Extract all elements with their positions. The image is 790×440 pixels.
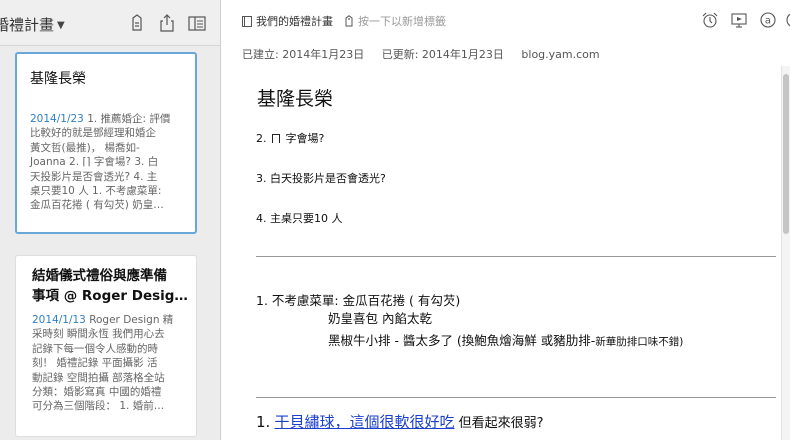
bottom-item-text: 但看起來很弱? <box>458 416 544 431</box>
note-card-snippet: 2014/1/13 Roger Design 精 采時刻 瞬間永恆 我們用心去 … <box>32 313 196 414</box>
tag-input[interactable]: 按一下以新增標籤 <box>344 13 446 30</box>
menu-item: 奶皇喜包 內餡太乾 <box>328 311 432 326</box>
divider <box>256 397 776 398</box>
reminder-icon[interactable] <box>701 11 719 29</box>
snippet-line: 比較好的就是鄧經理和婚企 <box>30 127 156 140</box>
note-card[interactable]: 結婚儀式禮俗與應準備 事項 @ Roger Desig… 2014/1/13 R… <box>15 255 197 437</box>
note-list-header: 婚禮計畫 ▼ <box>0 0 220 46</box>
note-list-pane: 婚禮計畫 ▼ 基隆長榮 2014/1/23 1. 推薦婚企: 評價 比較好的就是鄧… <box>0 0 221 440</box>
menu-item-text: 黑椒牛小排 - 醬太多了 (換鮑魚燴海鮮 或豬肋排- <box>328 333 596 348</box>
menu-line: 1. 不考慮菜單: 金瓜百花捲 ( 有勾芡) <box>256 293 461 308</box>
snippet-line: 記錄下每一個令人感動的時 <box>32 342 158 355</box>
snippet-line: 采時刻 瞬間永恆 我們用心去 <box>32 328 165 341</box>
note-card-title: 基隆長榮 <box>30 71 86 87</box>
snippet-line: 黃文哲(最推)， 楊喬如- <box>30 141 140 154</box>
scrollbar-thumb[interactable] <box>783 74 789 234</box>
note-editor[interactable]: 基隆長榮 2. 字會場? 3. 白天投影片是否會透光? 4. 主桌只要10 人 … <box>236 66 776 440</box>
share-icon[interactable] <box>157 13 177 33</box>
created-date: 已建立: 2014年1月23日 <box>242 48 365 61</box>
note-card-snippet: 2014/1/23 1. 推薦婚企: 評價 比較好的就是鄧經理和婚企 黃文哲(最… <box>30 112 195 213</box>
notebook-selector[interactable]: 婚禮計畫 ▼ <box>0 14 65 36</box>
remove-note-icon[interactable] <box>127 13 147 33</box>
tag-placeholder: 按一下以新增標籤 <box>358 15 446 28</box>
bottom-item-number: 1. <box>256 413 271 431</box>
question-2-number: 2. <box>256 132 267 145</box>
bottom-item: 1. 干貝繡球，這個很軟很好吃 但看起來很弱? <box>256 411 544 432</box>
note-card-date: 2014/1/13 <box>32 314 86 326</box>
question-2-text: 字會場? <box>285 132 325 145</box>
note-card-title-line: 結婚儀式禮俗與應準備 <box>32 268 167 284</box>
box-glyph-icon <box>272 134 280 143</box>
chevron-down-icon: ▼ <box>57 20 65 31</box>
snippet-line: Roger Design 精 <box>89 314 174 326</box>
snippet-line: 金瓜百花捲 ( 有勾芡) 奶皇… <box>30 199 164 212</box>
food-link[interactable]: 干貝繡球，這個很軟很好吃 <box>274 413 454 431</box>
note-card-selected[interactable]: 基隆長榮 2014/1/23 1. 推薦婚企: 評價 比較好的就是鄧經理和婚企 … <box>15 52 197 234</box>
note-metadata: 已建立: 2014年1月23日 已更新: 2014年1月23日 blog.yam… <box>242 46 614 62</box>
menu-item: 黑椒牛小排 - 醬太多了 (換鮑魚燴海鮮 或豬肋排-新華肋排口味不錯) <box>328 330 683 349</box>
question-4: 4. 主桌只要10 人 <box>256 212 343 225</box>
menu-item-note: 新華肋排口味不錯) <box>595 336 684 348</box>
note-card-title: 結婚儀式禮俗與應準備 事項 @ Roger Desig… <box>32 266 188 306</box>
note-card-date: 2014/1/23 <box>30 113 84 125</box>
snippet-line: 天投影片是否會透光? 4. 主 <box>30 170 158 183</box>
editor-scrollbar[interactable] <box>781 66 790 440</box>
snippet-line: 動記錄 空間拍攝 部落格全站 <box>32 371 165 384</box>
snippet-line: 桌只要10 人 1. 不考慮菜單: <box>30 185 162 198</box>
notebook-selector-label: 婚禮計畫 <box>0 16 55 34</box>
present-icon[interactable] <box>730 11 748 29</box>
note-card-title-line: 事項 @ Roger Desig… <box>32 288 188 304</box>
divider <box>256 256 776 257</box>
editor-header: 我們的婚禮計畫 按一下以新增標籤 a 已建立: 2014年1月23日 已更新: … <box>222 0 790 66</box>
notebook-link[interactable]: 我們的婚禮計畫 <box>242 13 333 30</box>
snippet-line: 分類：婚影寫真 中國的婚禮 <box>32 386 162 399</box>
layout-icon[interactable] <box>187 13 207 33</box>
notebook-icon <box>242 16 252 30</box>
more-icon[interactable] <box>785 11 790 29</box>
note-title[interactable]: 基隆長榮 <box>257 84 333 111</box>
notebook-link-label: 我們的婚禮計畫 <box>256 15 333 28</box>
snippet-line: 刻！ 婚禮記錄 平面攝影 活 <box>32 357 158 370</box>
snippet-line: Joanna 2. ⌈⌉ 字會場? 3. 白 <box>30 156 159 169</box>
updated-date: 已更新: 2014年1月23日 <box>381 48 504 61</box>
source-url[interactable]: blog.yam.com <box>521 48 599 61</box>
tag-icon <box>344 15 354 30</box>
snippet-line: 可分為三個階段： 1. 婚前… <box>32 400 165 413</box>
info-icon[interactable]: a <box>759 11 777 29</box>
question-3: 3. 白天投影片是否會透光? <box>256 172 386 185</box>
question-2: 2. 字會場? <box>256 130 324 146</box>
snippet-line: 1. 推薦婚企: 評價 <box>87 113 171 125</box>
svg-text:a: a <box>765 16 771 27</box>
